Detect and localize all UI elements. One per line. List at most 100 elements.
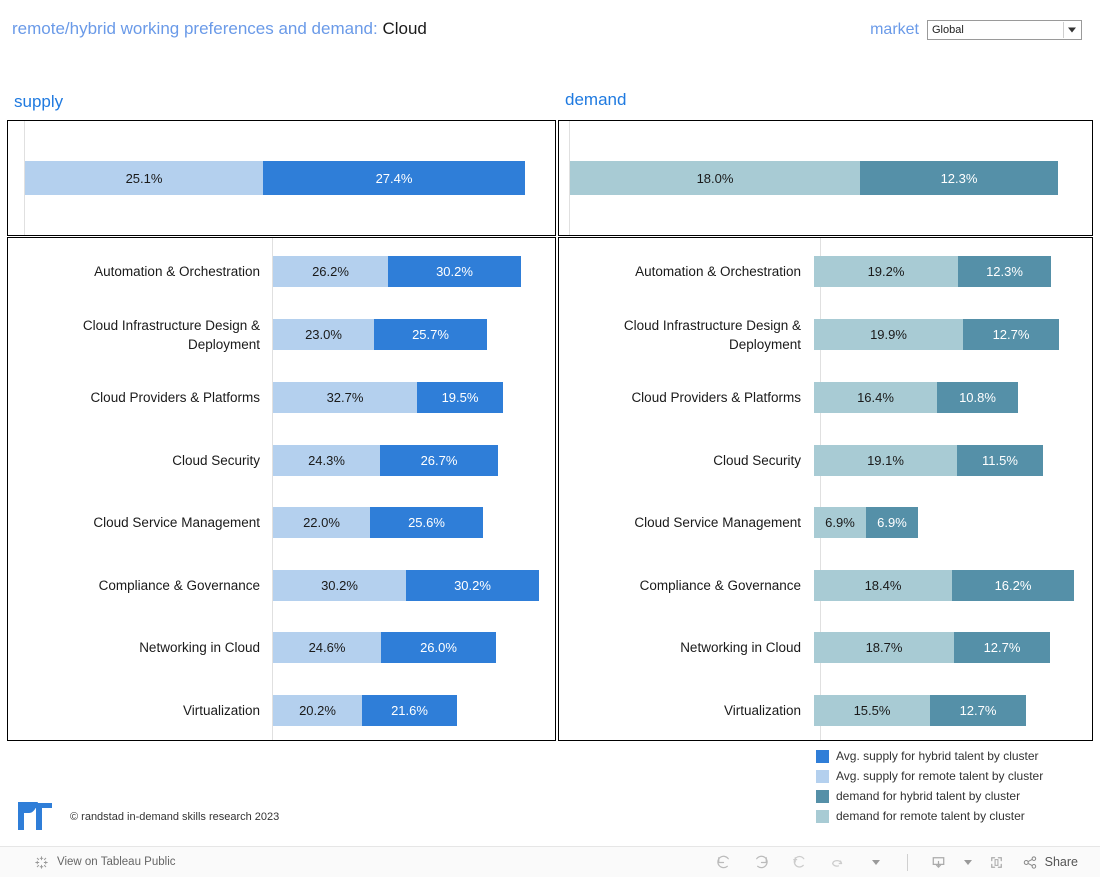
cluster-label: Cloud Security bbox=[713, 453, 801, 468]
stacked-bar[interactable]: 22.0% 25.6% bbox=[273, 507, 483, 538]
supply-remote-segment[interactable]: 23.0% bbox=[273, 319, 374, 350]
refresh-dropdown-button[interactable] bbox=[859, 849, 893, 875]
table-row[interactable]: Networking in Cloud 24.6% 26.0% bbox=[8, 616, 555, 679]
legend-swatch-demand-hybrid bbox=[816, 789, 829, 803]
demand-remote-segment[interactable]: 19.9% bbox=[814, 319, 963, 350]
table-row[interactable]: Cloud Security 19.1% 11.5% bbox=[559, 429, 1092, 492]
stacked-bar[interactable]: 26.2% 30.2% bbox=[273, 256, 521, 287]
supply-hybrid-segment[interactable]: 25.6% bbox=[370, 507, 483, 538]
table-row[interactable]: Cloud Security 24.3% 26.7% bbox=[8, 429, 555, 492]
demand-summary-remote-segment[interactable]: 18.0% bbox=[570, 161, 860, 195]
supply-hybrid-segment[interactable]: 19.5% bbox=[417, 382, 503, 413]
redo-icon bbox=[756, 855, 768, 868]
demand-remote-segment[interactable]: 19.2% bbox=[814, 256, 958, 287]
table-row[interactable]: Virtualization 15.5% 12.7% bbox=[559, 679, 1092, 742]
demand-hybrid-segment[interactable]: 6.9% bbox=[866, 507, 918, 538]
demand-chart-rows: Automation & Orchestration 19.2% 12.3% C… bbox=[559, 238, 1092, 740]
demand-hybrid-segment[interactable]: 12.7% bbox=[954, 632, 1050, 663]
table-row[interactable]: Cloud Infrastructure Design & Deployment… bbox=[8, 303, 555, 366]
demand-remote-segment[interactable]: 16.4% bbox=[814, 382, 937, 413]
stacked-bar[interactable]: 23.0% 25.7% bbox=[273, 319, 487, 350]
stacked-bar[interactable]: 16.4% 10.8% bbox=[814, 382, 1018, 413]
supply-summary-bar[interactable]: 25.1% 27.4% bbox=[25, 161, 525, 195]
demand-hybrid-segment[interactable]: 12.7% bbox=[963, 319, 1059, 350]
legend-item[interactable]: demand for hybrid talent by cluster bbox=[816, 786, 1096, 806]
demand-hybrid-segment[interactable]: 10.8% bbox=[937, 382, 1018, 413]
dashboard-header: remote/hybrid working preferences and de… bbox=[0, 0, 1100, 60]
supply-remote-segment[interactable]: 32.7% bbox=[273, 382, 417, 413]
stacked-bar[interactable]: 6.9% 6.9% bbox=[814, 507, 918, 538]
demand-remote-segment[interactable]: 18.4% bbox=[814, 570, 952, 601]
demand-summary-bar[interactable]: 18.0% 12.3% bbox=[570, 161, 1058, 195]
demand-remote-segment[interactable]: 19.1% bbox=[814, 445, 957, 476]
supply-summary-remote-segment[interactable]: 25.1% bbox=[25, 161, 263, 195]
supply-remote-segment[interactable]: 30.2% bbox=[273, 570, 406, 601]
demand-remote-segment[interactable]: 15.5% bbox=[814, 695, 930, 726]
table-row[interactable]: Cloud Providers & Platforms 16.4% 10.8% bbox=[559, 366, 1092, 429]
chevron-down-icon bbox=[1068, 27, 1076, 33]
supply-hybrid-segment[interactable]: 26.7% bbox=[380, 445, 498, 476]
cluster-label: Automation & Orchestration bbox=[94, 264, 260, 279]
table-row[interactable]: Cloud Infrastructure Design & Deployment… bbox=[559, 303, 1092, 366]
toolbar-actions: Share bbox=[707, 849, 1082, 875]
stacked-bar[interactable]: 19.2% 12.3% bbox=[814, 256, 1051, 287]
undo-button[interactable] bbox=[707, 849, 741, 875]
legend-item[interactable]: Avg. supply for hybrid talent by cluster bbox=[816, 746, 1096, 766]
legend-item[interactable]: demand for remote talent by cluster bbox=[816, 806, 1096, 826]
share-button[interactable]: Share bbox=[1018, 854, 1082, 871]
supply-summary-hybrid-segment[interactable]: 27.4% bbox=[263, 161, 525, 195]
demand-remote-segment[interactable]: 6.9% bbox=[814, 507, 866, 538]
stacked-bar[interactable]: 19.9% 12.7% bbox=[814, 319, 1059, 350]
stacked-bar[interactable]: 15.5% 12.7% bbox=[814, 695, 1026, 726]
market-select[interactable]: Global bbox=[927, 20, 1082, 40]
stacked-bar[interactable]: 30.2% 30.2% bbox=[273, 570, 539, 601]
demand-hybrid-segment[interactable]: 11.5% bbox=[957, 445, 1043, 476]
supply-remote-segment[interactable]: 24.3% bbox=[273, 445, 380, 476]
table-row[interactable]: Automation & Orchestration 26.2% 30.2% bbox=[8, 240, 555, 303]
demand-hybrid-segment[interactable]: 12.3% bbox=[958, 256, 1051, 287]
stacked-bar[interactable]: 19.1% 11.5% bbox=[814, 445, 1043, 476]
stacked-bar[interactable]: 32.7% 19.5% bbox=[273, 382, 503, 413]
view-on-tableau-public-button[interactable]: View on Tableau Public bbox=[34, 855, 176, 870]
table-row[interactable]: Virtualization 20.2% 21.6% bbox=[8, 679, 555, 742]
stacked-bar[interactable]: 18.7% 12.7% bbox=[814, 632, 1050, 663]
supply-hybrid-segment[interactable]: 30.2% bbox=[406, 570, 539, 601]
supply-summary-panel: 25.1% 27.4% bbox=[7, 120, 556, 236]
supply-hybrid-segment[interactable]: 25.7% bbox=[374, 319, 487, 350]
refresh-icon bbox=[832, 859, 843, 867]
download-dropdown-button[interactable] bbox=[960, 849, 976, 875]
copyright-text: © randstad in-demand skills research 202… bbox=[70, 811, 280, 823]
stacked-bar[interactable]: 18.4% 16.2% bbox=[814, 570, 1074, 601]
demand-hybrid-segment[interactable]: 12.7% bbox=[930, 695, 1026, 726]
legend-swatch-supply-remote bbox=[816, 769, 829, 783]
redo-button[interactable] bbox=[745, 849, 779, 875]
table-row[interactable]: Compliance & Governance 30.2% 30.2% bbox=[8, 554, 555, 617]
demand-summary-hybrid-segment[interactable]: 12.3% bbox=[860, 161, 1058, 195]
table-row[interactable]: Automation & Orchestration 19.2% 12.3% bbox=[559, 240, 1092, 303]
demand-remote-segment[interactable]: 18.7% bbox=[814, 632, 954, 663]
supply-hybrid-segment[interactable]: 30.2% bbox=[388, 256, 521, 287]
supply-hybrid-segment[interactable]: 21.6% bbox=[362, 695, 457, 726]
legend-item[interactable]: Avg. supply for remote talent by cluster bbox=[816, 766, 1096, 786]
supply-remote-segment[interactable]: 22.0% bbox=[273, 507, 370, 538]
table-row[interactable]: Cloud Providers & Platforms 32.7% 19.5% bbox=[8, 366, 555, 429]
cluster-label: Virtualization bbox=[723, 703, 801, 718]
stacked-bar[interactable]: 20.2% 21.6% bbox=[273, 695, 457, 726]
chart-legend: Avg. supply for hybrid talent by cluster… bbox=[816, 746, 1096, 826]
demand-hybrid-segment[interactable]: 16.2% bbox=[952, 570, 1074, 601]
download-button[interactable] bbox=[922, 849, 956, 875]
supply-hybrid-segment[interactable]: 26.0% bbox=[381, 632, 496, 663]
share-icon bbox=[1023, 855, 1036, 869]
stacked-bar[interactable]: 24.3% 26.7% bbox=[273, 445, 498, 476]
table-row[interactable]: Cloud Service Management 6.9% 6.9% bbox=[559, 491, 1092, 554]
refresh-button[interactable] bbox=[821, 849, 855, 875]
supply-remote-segment[interactable]: 24.6% bbox=[273, 632, 381, 663]
revert-button[interactable] bbox=[783, 849, 817, 875]
table-row[interactable]: Networking in Cloud 18.7% 12.7% bbox=[559, 616, 1092, 679]
table-row[interactable]: Compliance & Governance 18.4% 16.2% bbox=[559, 554, 1092, 617]
table-row[interactable]: Cloud Service Management 22.0% 25.6% bbox=[8, 491, 555, 554]
supply-remote-segment[interactable]: 20.2% bbox=[273, 695, 362, 726]
stacked-bar[interactable]: 24.6% 26.0% bbox=[273, 632, 496, 663]
supply-remote-segment[interactable]: 26.2% bbox=[273, 256, 388, 287]
fullscreen-button[interactable] bbox=[980, 849, 1014, 875]
